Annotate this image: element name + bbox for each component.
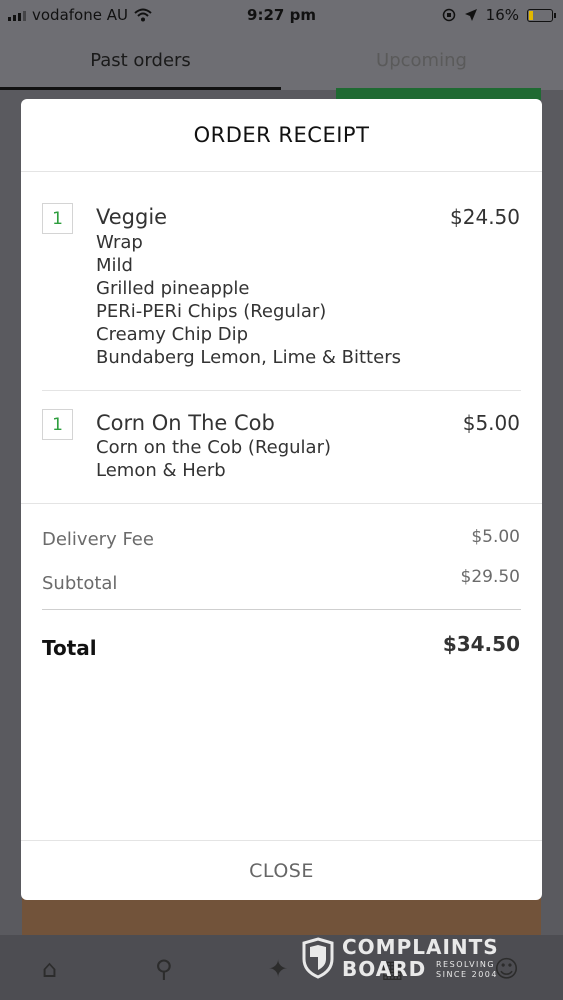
modifier: Wrap — [96, 232, 143, 253]
modifier: Mild — [96, 255, 133, 276]
tab-past-orders[interactable]: Past orders — [0, 50, 281, 71]
order-receipt-modal: ORDER RECEIPT 1 Veggie $24.50 Wrap Mild … — [21, 99, 542, 900]
item-modifiers: Corn on the Cob (Regular) Lemon & Herb — [96, 436, 331, 482]
modifier: Bundaberg Lemon, Lime & Bitters — [96, 347, 401, 368]
orders-tabs: Past orders Upcoming — [0, 30, 563, 90]
item-price: $5.00 — [462, 411, 520, 435]
battery-percent: 16% — [485, 6, 519, 24]
battery-fill — [529, 10, 533, 20]
watermark-line2: BOARD — [342, 957, 427, 981]
battery-icon — [527, 8, 556, 22]
status-bar: vodafone AU 9:27 pm 16% — [0, 0, 563, 30]
search-icon[interactable]: ⚲ — [155, 955, 173, 983]
tab-upcoming[interactable]: Upcoming — [281, 50, 562, 71]
subtotal-value: $29.50 — [460, 567, 520, 587]
close-button[interactable]: CLOSE — [21, 840, 542, 900]
modifier: Creamy Chip Dip — [96, 324, 248, 345]
modifier: Lemon & Herb — [96, 460, 226, 481]
item-name: Corn On The Cob — [96, 411, 275, 435]
tab-active-indicator — [0, 87, 281, 90]
watermark-line1: COMPLAINTS — [342, 935, 499, 959]
orientation-lock-icon — [442, 8, 455, 22]
item-price: $24.50 — [450, 205, 520, 229]
offers-icon[interactable]: ✦ — [268, 955, 288, 983]
item-name: Veggie — [96, 205, 168, 229]
background-food-image — [22, 895, 541, 935]
delivery-fee-label: Delivery Fee — [42, 529, 154, 550]
item-quantity-box: 1 — [42, 409, 73, 440]
home-icon[interactable]: ⌂ — [42, 955, 57, 983]
modifier: PERi-PERi Chips (Regular) — [96, 301, 327, 322]
modifier: Grilled pineapple — [96, 278, 250, 299]
watermark-tagline1: RESOLVING — [436, 960, 496, 969]
item-modifiers: Wrap Mild Grilled pineapple PERi-PERi Ch… — [96, 231, 401, 369]
item-quantity-box: 1 — [42, 203, 73, 234]
item-divider — [42, 390, 521, 391]
shield-logo-icon — [302, 937, 334, 979]
status-right: 16% — [442, 6, 556, 24]
subtotal-label: Subtotal — [42, 573, 118, 594]
watermark-tagline2: SINCE 2004 — [436, 970, 498, 979]
total-value: $34.50 — [442, 632, 520, 656]
items-divider — [21, 503, 542, 504]
location-arrow-icon — [464, 9, 477, 21]
total-divider — [42, 609, 521, 610]
modal-title: ORDER RECEIPT — [193, 123, 370, 147]
total-label: Total — [42, 636, 97, 660]
delivery-fee-value: $5.00 — [471, 527, 520, 547]
title-divider — [21, 171, 542, 172]
modifier: Corn on the Cob (Regular) — [96, 437, 332, 458]
complaints-board-watermark: COMPLAINTS BOARD RESOLVING SINCE 2004 — [302, 935, 522, 981]
